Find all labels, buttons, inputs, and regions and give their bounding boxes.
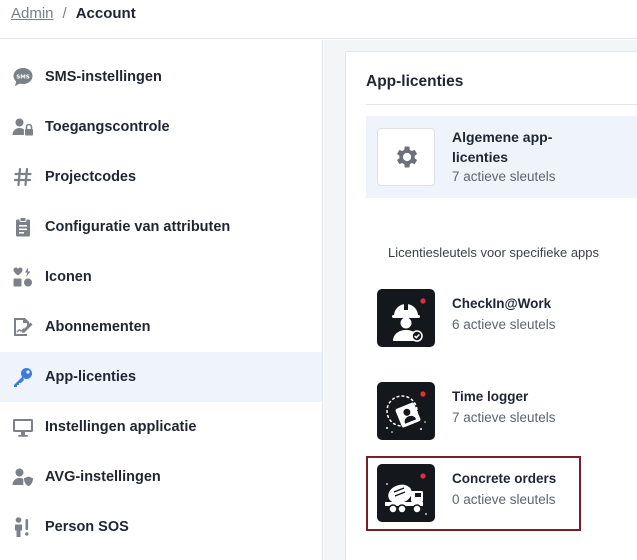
app-item-checkin-at-work[interactable]: CheckIn@Work 6 actieve sleutels bbox=[366, 281, 586, 353]
monitor-icon bbox=[12, 416, 34, 438]
icons-icon bbox=[12, 266, 34, 288]
sidebar-item-instellingen-applicatie[interactable]: Instellingen applicatie bbox=[0, 402, 322, 452]
app-key-count: 6 actieve sleutels bbox=[452, 317, 556, 332]
time-logger-icon bbox=[377, 382, 435, 440]
top-bar: Admin / Account bbox=[0, 0, 637, 39]
sidebar-item-projectcodes[interactable]: Projectcodes bbox=[0, 152, 322, 202]
panel-divider bbox=[366, 104, 637, 105]
sidebar-item-avg-instellingen[interactable]: AVG-instellingen bbox=[0, 452, 322, 502]
sidebar-item-sms-instellingen[interactable]: SMS SMS-instellingen bbox=[0, 52, 322, 102]
user-lock-icon bbox=[12, 116, 34, 138]
sidebar: SMS SMS-instellingen Toegangscontrole Pr… bbox=[0, 40, 323, 560]
sidebar-item-configuratie-van-attributen[interactable]: Configuratie van attributen bbox=[0, 202, 322, 252]
breadcrumb-admin-link[interactable]: Admin bbox=[11, 5, 54, 22]
sidebar-item-label: Toegangscontrole bbox=[45, 119, 170, 135]
app-item-concrete-orders[interactable]: Concrete orders 0 actieve sleutels bbox=[366, 456, 581, 531]
sidebar-item-abonnementen[interactable]: Abonnementen bbox=[0, 302, 322, 352]
sidebar-item-person-sos[interactable]: Person SOS bbox=[0, 502, 322, 552]
app-licenses-panel: App-licenties Algemene app-licenties 7 a… bbox=[345, 51, 637, 560]
sidebar-item-label: AVG-instellingen bbox=[45, 469, 161, 485]
general-licenses-card[interactable]: Algemene app-licenties 7 actieve sleutel… bbox=[366, 116, 637, 198]
concrete-truck-icon bbox=[377, 464, 435, 522]
hashtag-icon bbox=[12, 166, 34, 188]
panel-title: App-licenties bbox=[366, 73, 464, 90]
sidebar-item-label: Abonnementen bbox=[45, 319, 151, 335]
breadcrumb-separator: / bbox=[62, 5, 67, 22]
breadcrumb-current: Account bbox=[75, 5, 136, 22]
svg-text:SMS: SMS bbox=[16, 75, 30, 81]
sidebar-item-label: Instellingen applicatie bbox=[45, 419, 197, 435]
sidebar-item-iconen[interactable]: Iconen bbox=[0, 252, 322, 302]
sidebar-item-label: Projectcodes bbox=[45, 169, 137, 185]
gear-icon bbox=[377, 128, 435, 186]
app-title: Concrete orders bbox=[452, 471, 557, 486]
general-licenses-title: Algemene app-licenties bbox=[452, 129, 553, 165]
sms-icon: SMS bbox=[12, 66, 34, 88]
app-item-time-logger[interactable]: Time logger 7 actieve sleutels bbox=[366, 374, 586, 446]
app-key-count: 0 actieve sleutels bbox=[452, 492, 556, 507]
sidebar-item-label: Iconen bbox=[45, 269, 92, 285]
section-label: Licentiesleutels voor specifieke apps bbox=[388, 245, 600, 260]
sidebar-item-app-licenties[interactable]: App-licenties bbox=[0, 352, 322, 402]
app-title: Time logger bbox=[452, 389, 529, 404]
app-title: CheckIn@Work bbox=[452, 296, 552, 311]
sidebar-item-toegangscontrole[interactable]: Toegangscontrole bbox=[0, 102, 322, 152]
breadcrumb: Admin / Account bbox=[11, 5, 136, 22]
sidebar-item-label: App-licenties bbox=[45, 369, 137, 385]
worker-helmet-icon bbox=[377, 289, 435, 347]
sidebar-item-label: Person SOS bbox=[45, 519, 129, 535]
key-icon bbox=[12, 366, 34, 388]
app-key-count: 7 actieve sleutels bbox=[452, 410, 556, 425]
user-shield-icon bbox=[12, 466, 34, 488]
clipboard-icon bbox=[12, 216, 34, 238]
general-licenses-count: 7 actieve sleutels bbox=[452, 169, 556, 184]
person-sos-icon bbox=[12, 516, 34, 538]
main-content: App-licenties Algemene app-licenties 7 a… bbox=[324, 40, 637, 560]
sidebar-item-label: Configuratie van attributen bbox=[45, 219, 231, 235]
file-signature-icon bbox=[12, 316, 34, 338]
sidebar-item-label: SMS-instellingen bbox=[45, 69, 162, 85]
